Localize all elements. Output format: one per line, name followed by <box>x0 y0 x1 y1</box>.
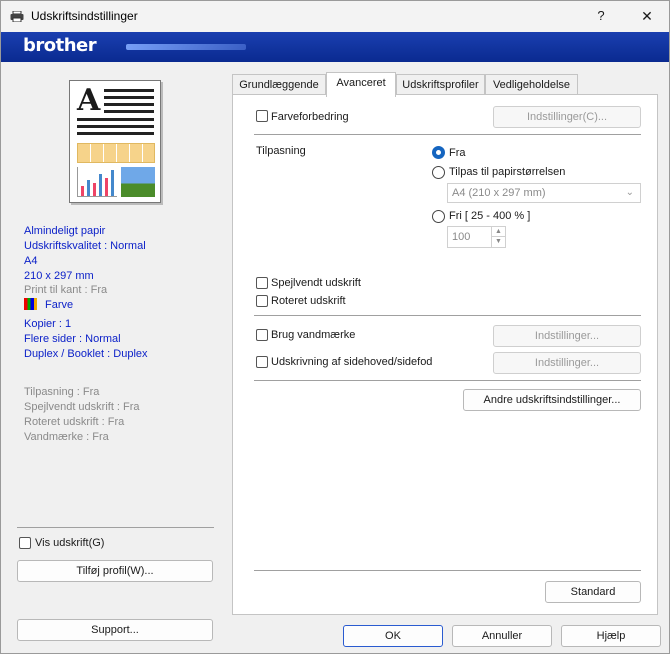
summary-line: Roteret udskrift : Fra <box>24 416 125 428</box>
mirror-label: Spejlvendt udskrift <box>271 277 361 289</box>
preview-line <box>77 132 154 135</box>
tab-print-profiles[interactable]: Udskriftsprofiler <box>396 74 485 96</box>
preview-chart-icon <box>77 167 117 197</box>
section-divider <box>254 380 641 381</box>
color-settings-button[interactable]: Indstillinger(C)... <box>493 106 641 128</box>
summary-paper: Almindeligt papir Udskriftskvalitet : No… <box>24 224 146 284</box>
standard-button[interactable]: Standard <box>545 581 641 603</box>
summary-line: Flere sider : Normal <box>24 333 121 345</box>
summary-line: A4 <box>24 255 38 267</box>
summary-line: Duplex / Booklet : Duplex <box>24 348 148 360</box>
show-print-label: Vis udskrift(G) <box>35 537 105 549</box>
watermark-checkbox[interactable] <box>256 329 268 341</box>
close-button[interactable]: ✕ <box>625 1 669 31</box>
rotate-label: Roteret udskrift <box>271 295 346 307</box>
rotate-checkbox[interactable] <box>256 295 268 307</box>
summary-copies: Kopier : 1 Flere sider : Normal Duplex /… <box>24 317 148 362</box>
preview-line <box>77 125 154 128</box>
scaling-fit-label: Tilpas til papirstørrelsen <box>449 166 566 178</box>
other-print-settings-button[interactable]: Andre udskriftsindstillinger... <box>463 389 641 411</box>
preview-line <box>104 96 154 99</box>
tab-advanced[interactable]: Avanceret <box>326 72 396 97</box>
mirror-checkbox[interactable] <box>256 277 268 289</box>
banner-stripe <box>126 44 246 50</box>
summary-print-to-edge: Print til kant : Fra <box>24 284 108 296</box>
tab-maintenance[interactable]: Vedligeholdelse <box>485 74 578 96</box>
section-divider <box>254 570 641 571</box>
scaling-free-label: Fri [ 25 - 400 % ] <box>449 210 531 222</box>
help-button[interactable]: Hjælp <box>561 625 661 647</box>
summary-advanced: Tilpasning : Fra Spejlvendt udskrift : F… <box>24 385 140 445</box>
spin-up-icon[interactable]: ▲ <box>491 227 505 237</box>
spin-down-icon[interactable]: ▼ <box>491 237 505 247</box>
summary-line: Almindeligt papir <box>24 225 106 237</box>
preview-table-icon <box>77 143 155 163</box>
summary-line: 210 x 297 mm <box>24 270 94 282</box>
title-bar: Udskriftsindstillinger ? ✕ <box>0 0 670 32</box>
printer-icon <box>10 11 24 22</box>
preview-photo-icon <box>121 167 155 197</box>
color-enhance-checkbox[interactable] <box>256 110 268 122</box>
summary-line: Vandmærke : Fra <box>24 431 109 443</box>
scaling-percent-value: 100 <box>452 231 471 243</box>
help-title-button[interactable]: ? <box>581 1 621 31</box>
scaling-off-label: Fra <box>449 147 466 159</box>
summary-color-label: Farve <box>45 299 74 311</box>
cancel-button[interactable]: Annuller <box>452 625 552 647</box>
preview-line <box>104 110 154 113</box>
paper-size-value: A4 (210 x 297 mm) <box>452 187 546 199</box>
preview-line <box>104 103 154 106</box>
summary-line: Tilpasning : Fra <box>24 386 100 398</box>
scaling-off-radio[interactable] <box>432 146 445 159</box>
scaling-percent-stepper[interactable]: 100 ▲ ▼ <box>447 226 506 248</box>
summary-line: Kopier : 1 <box>24 318 72 330</box>
chevron-down-icon: ⌄ <box>625 187 634 198</box>
left-divider <box>17 527 214 528</box>
scaling-fit-radio[interactable] <box>432 166 445 179</box>
preview-line <box>77 118 154 121</box>
section-divider <box>254 134 641 135</box>
header-footer-settings-button[interactable]: Indstillinger... <box>493 352 641 374</box>
watermark-label: Brug vandmærke <box>271 329 356 341</box>
page-preview: A <box>69 80 161 203</box>
support-button[interactable]: Support... <box>17 619 213 641</box>
section-divider <box>254 315 641 316</box>
paper-size-select[interactable]: A4 (210 x 297 mm) ⌄ <box>447 183 641 203</box>
brand-banner: brother <box>0 32 670 62</box>
ok-button[interactable]: OK <box>343 625 443 647</box>
preview-line <box>104 89 154 92</box>
summary-color: Farve <box>24 298 73 313</box>
window-title: Udskriftsindstillinger <box>31 9 138 23</box>
brother-logo: brother <box>23 35 97 56</box>
preview-letter-icon: A <box>77 83 101 118</box>
color-enhance-label: Farveforbedring <box>271 111 349 123</box>
summary-line: Spejlvendt udskrift : Fra <box>24 401 140 413</box>
scaling-label: Tilpasning <box>256 145 306 157</box>
summary-line: Udskriftskvalitet : Normal <box>24 240 146 252</box>
show-print-checkbox[interactable] <box>19 537 31 549</box>
tab-basic[interactable]: Grundlæggende <box>232 74 326 96</box>
color-swatch-icon <box>24 298 37 310</box>
watermark-settings-button[interactable]: Indstillinger... <box>493 325 641 347</box>
header-footer-checkbox[interactable] <box>256 356 268 368</box>
header-footer-label: Udskrivning af sidehoved/sidefod <box>271 356 433 368</box>
scaling-free-radio[interactable] <box>432 210 445 223</box>
add-profile-button[interactable]: Tilføj profil(W)... <box>17 560 213 582</box>
